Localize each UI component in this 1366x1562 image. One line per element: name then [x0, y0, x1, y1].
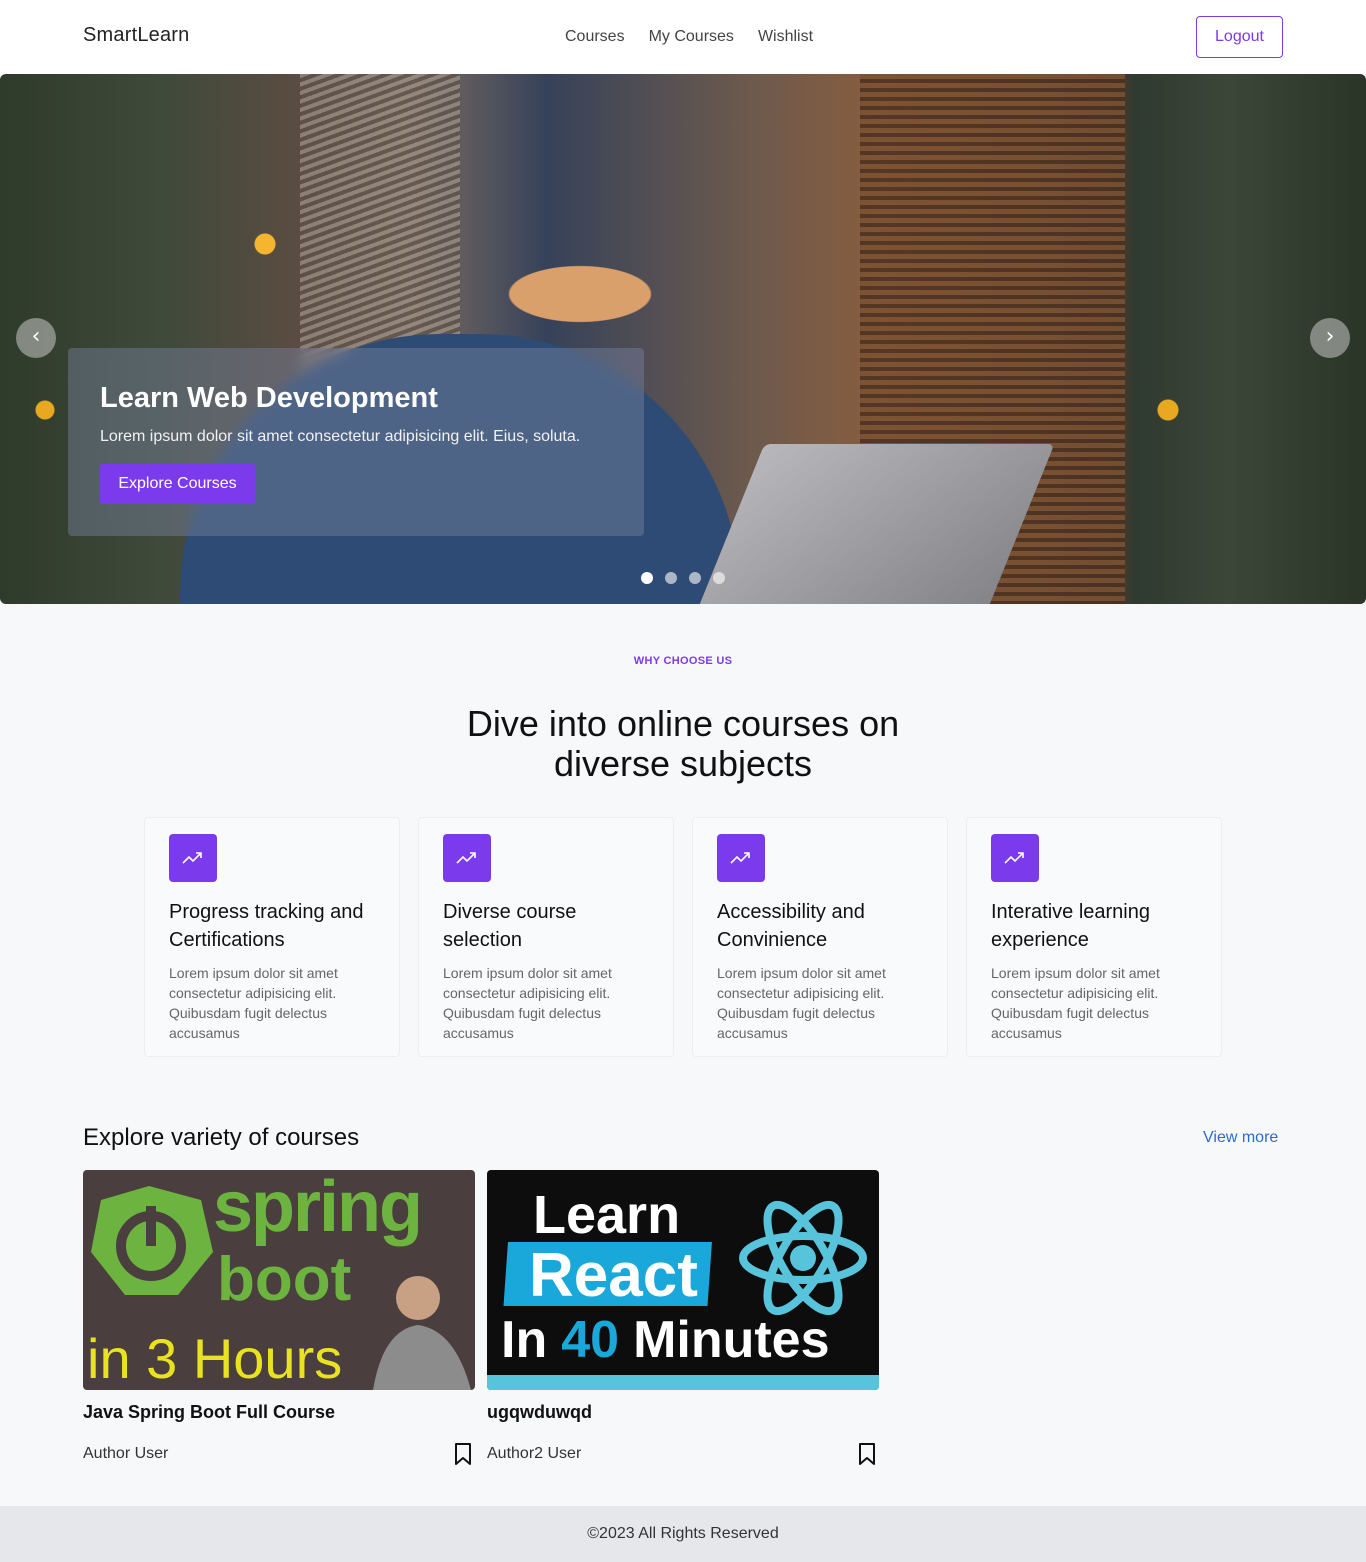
thumb-text-in: In [501, 1311, 548, 1369]
logout-button[interactable]: Logout [1196, 16, 1283, 58]
hero-caption: Learn Web Development Lorem ipsum dolor … [68, 348, 644, 536]
nav-link-my-courses[interactable]: My Courses [649, 28, 734, 46]
thumb-text-boot: boot [217, 1245, 352, 1314]
thumb-text-react: React [529, 1241, 698, 1310]
carousel-dot-3[interactable] [689, 572, 701, 584]
navbar: SmartLearn Courses My Courses Wishlist L… [0, 0, 1366, 74]
trending-up-icon [169, 834, 217, 882]
thumb-text-minutes: Minutes [633, 1311, 830, 1369]
section-label: WHY CHOOSE US [633, 655, 733, 667]
nav-link-courses[interactable]: Courses [565, 28, 625, 46]
hero-subtitle: Lorem ipsum dolor sit amet consectetur a… [100, 428, 581, 445]
course-thumbnail[interactable]: spring boot in 3 Hours [83, 1170, 475, 1390]
feature-description: Lorem ipsum dolor sit amet consectetur a… [169, 965, 338, 1041]
feature-title: Diverse course selection [443, 901, 577, 951]
course-card[interactable]: Learn React In 40 Minutes ugqwduwqd Auth… [487, 1170, 879, 1465]
course-thumbnail[interactable]: Learn React In 40 Minutes [487, 1170, 879, 1390]
thumb-text-number: 40 [561, 1311, 620, 1369]
brand-logo[interactable]: SmartLearn [83, 24, 190, 47]
view-more-link[interactable]: View more [1203, 1129, 1278, 1147]
nav-link-wishlist[interactable]: Wishlist [758, 28, 813, 46]
course-author: Author2 User [487, 1445, 582, 1462]
feature-card: Diverse course selection Lorem ipsum dol… [418, 817, 674, 1057]
footer: ©2023 All Rights Reserved [0, 1506, 1366, 1562]
section-title: Dive into online courses on diverse subj… [466, 703, 900, 784]
course-card[interactable]: spring boot in 3 Hours Java Spring Boot … [83, 1170, 475, 1465]
feature-card: Progress tracking and Certifications Lor… [144, 817, 400, 1057]
trending-up-icon [443, 834, 491, 882]
feature-card: Accessibility and Convinience Lorem ipsu… [692, 817, 948, 1057]
bookmark-icon[interactable] [857, 1442, 877, 1466]
trending-up-icon [991, 834, 1039, 882]
explore-courses-button[interactable]: Explore Courses [100, 464, 255, 504]
carousel-dot-1[interactable] [641, 572, 653, 584]
hero-carousel: ‹ › Learn Web Development Lorem ipsum do… [0, 74, 1366, 604]
chevron-right-icon[interactable]: › [1310, 318, 1350, 358]
thumb-text-duration: In 40 Minutes [501, 1310, 830, 1370]
thumb-text-spring: spring [213, 1170, 423, 1247]
feature-title: Accessibility and Convinience [717, 901, 865, 951]
hero-title: Learn Web Development [100, 382, 438, 414]
thumb-text-hours: in 3 Hours [87, 1327, 343, 1390]
course-title[interactable]: Java Spring Boot Full Course [83, 1402, 335, 1423]
carousel-indicators [641, 572, 725, 584]
carousel-dot-2[interactable] [665, 572, 677, 584]
chevron-left-icon[interactable]: ‹ [16, 318, 56, 358]
trending-up-icon [717, 834, 765, 882]
bookmark-icon[interactable] [453, 1442, 473, 1466]
carousel-dot-4[interactable] [713, 572, 725, 584]
course-author: Author User [83, 1445, 169, 1462]
nav-links: Courses My Courses Wishlist [565, 28, 813, 46]
feature-title: Progress tracking and Certifications [169, 901, 364, 951]
hero-image-laptop [675, 444, 1055, 604]
feature-card: Interative learning experience Lorem ips… [966, 817, 1222, 1057]
feature-description: Lorem ipsum dolor sit amet consectetur a… [717, 965, 886, 1041]
thumb-text-learn: Learn [533, 1185, 681, 1245]
feature-title: Interative learning experience [991, 901, 1150, 951]
feature-description: Lorem ipsum dolor sit amet consectetur a… [991, 965, 1160, 1041]
feature-list: Progress tracking and Certifications Lor… [144, 817, 1222, 1057]
course-title[interactable]: ugqwduwqd [487, 1402, 592, 1423]
feature-description: Lorem ipsum dolor sit amet consectetur a… [443, 965, 612, 1041]
courses-section-title: Explore variety of courses [83, 1124, 360, 1151]
